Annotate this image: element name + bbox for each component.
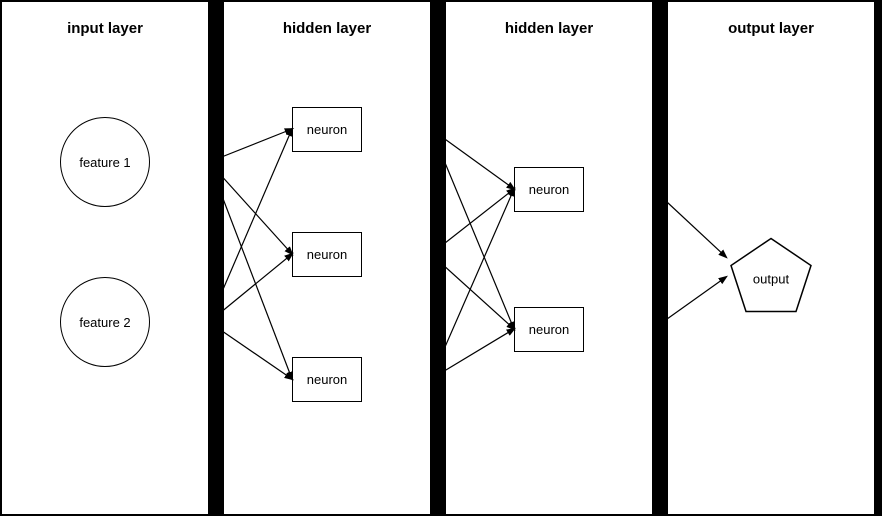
gap-2 (432, 0, 444, 516)
hidden2-layer-title: hidden layer (505, 20, 593, 37)
input-node-2: feature 2 (60, 277, 150, 367)
gap-3 (654, 0, 666, 516)
hidden1-layer-title: hidden layer (283, 20, 371, 37)
hidden1-neuron-3: neuron (292, 357, 362, 402)
svg-text:output: output (753, 271, 790, 286)
output-layer-panel: output layer output (666, 0, 876, 516)
input-layer-panel: input layer feature 1 feature 2 (0, 0, 210, 516)
hidden1-layer-panel: hidden layer neuron neuron neuron (222, 0, 432, 516)
hidden2-layer-content: neuron neuron (446, 37, 652, 514)
hidden1-neuron-1: neuron (292, 107, 362, 152)
input-layer-content: feature 1 feature 2 (2, 37, 208, 514)
input-layer-title: input layer (67, 20, 143, 37)
hidden2-layer-panel: hidden layer neuron neuron (444, 0, 654, 516)
hidden1-neuron-2: neuron (292, 232, 362, 277)
hidden2-neuron-2: neuron (514, 307, 584, 352)
input-node-1: feature 1 (60, 117, 150, 207)
hidden2-neuron-1: neuron (514, 167, 584, 212)
neural-network-diagram: input layer feature 1 feature 2 hidden l… (0, 0, 882, 516)
gap-1 (210, 0, 222, 516)
hidden1-layer-content: neuron neuron neuron (224, 37, 430, 514)
output-layer-title: output layer (728, 20, 814, 37)
hidden2-arrows (446, 37, 652, 514)
output-layer-content: output (668, 37, 874, 514)
output-pentagon: output (726, 233, 816, 318)
